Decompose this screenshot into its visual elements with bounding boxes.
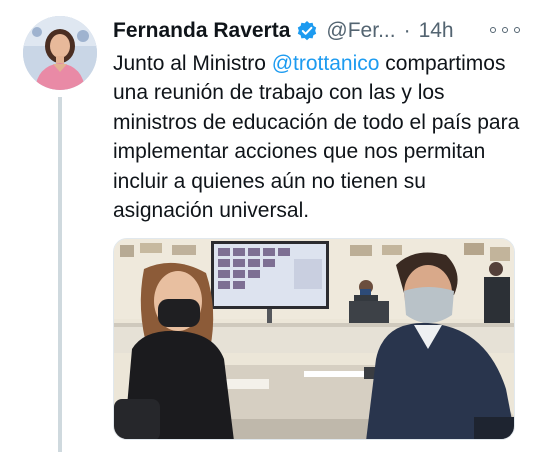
tweet-photo[interactable] [113, 238, 515, 440]
user-handle[interactable]: @Fer... [326, 19, 395, 43]
separator-dot: · [403, 19, 411, 42]
timestamp[interactable]: 14h [419, 19, 454, 43]
verified-badge-icon [296, 20, 318, 42]
more-options-icon[interactable] [490, 20, 520, 40]
dot-icon [490, 27, 496, 33]
avatar-image [23, 16, 97, 90]
tweet-header: Fernanda Raverta @Fer... · 14h [113, 14, 533, 48]
tweet-text-body: compartimos una reunión de trabajo con l… [113, 52, 520, 223]
tweet[interactable]: Fernanda Raverta @Fer... · 14h Junto al … [0, 0, 540, 452]
display-name[interactable]: Fernanda Raverta [113, 19, 290, 43]
mention-link[interactable]: @trottanico [272, 52, 380, 75]
thread-line [58, 97, 62, 452]
tweet-text-intro: Junto al Ministro [113, 52, 272, 75]
tweet-text: Junto al Ministro @trottanico compartimo… [113, 49, 523, 225]
avatar[interactable] [23, 16, 97, 90]
dot-icon [514, 27, 520, 33]
meeting-photo [114, 239, 514, 439]
dot-icon [502, 27, 508, 33]
